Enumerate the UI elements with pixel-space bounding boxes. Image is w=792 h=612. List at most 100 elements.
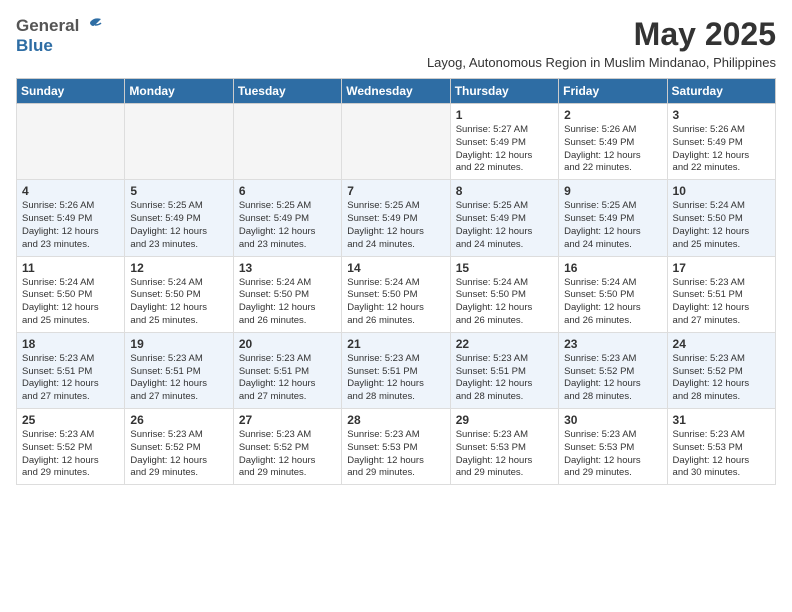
calendar-cell: 5 Sunrise: 5:25 AM Sunset: 5:49 PM Daylig…	[125, 180, 233, 256]
weekday-header-wednesday: Wednesday	[342, 79, 450, 104]
day-info: Sunrise: 5:23 AM Sunset: 5:52 PM Dayligh…	[22, 429, 119, 480]
calendar-table: SundayMondayTuesdayWednesdayThursdayFrid…	[16, 78, 776, 485]
calendar-cell: 10 Sunrise: 5:24 AM Sunset: 5:50 PM Dayli…	[667, 180, 775, 256]
calendar-week-2: 4Sunrise: 5:26 AM Sunset: 5:49 PM Daylig…	[17, 180, 776, 256]
day-info: Sunrise: 5:26 AM Sunset: 5:49 PM Dayligh…	[564, 124, 661, 175]
month-title: May 2025	[427, 16, 776, 53]
calendar-cell	[233, 104, 341, 180]
day-number: 11	[22, 261, 119, 275]
calendar-cell: 9 Sunrise: 5:25 AM Sunset: 5:49 PM Daylig…	[559, 180, 667, 256]
calendar-cell: 26 Sunrise: 5:23 AM Sunset: 5:52 PM Dayli…	[125, 409, 233, 485]
calendar-cell: 15Sunrise: 5:24 AM Sunset: 5:50 PM Dayli…	[450, 256, 558, 332]
day-info: Sunrise: 5:23 AM Sunset: 5:51 PM Dayligh…	[130, 353, 227, 404]
day-info: Sunrise: 5:23 AM Sunset: 5:52 PM Dayligh…	[673, 353, 770, 404]
day-number: 25	[22, 413, 119, 427]
day-info: Sunrise: 5:24 AM Sunset: 5:50 PM Dayligh…	[673, 200, 770, 251]
calendar-cell: 29Sunrise: 5:23 AM Sunset: 5:53 PM Dayli…	[450, 409, 558, 485]
day-number: 24	[673, 337, 770, 351]
calendar-cell: 22 Sunrise: 5:23 AM Sunset: 5:51 PM Dayli…	[450, 332, 558, 408]
calendar-cell: 2 Sunrise: 5:26 AM Sunset: 5:49 PM Daylig…	[559, 104, 667, 180]
day-number: 5	[130, 184, 227, 198]
calendar-cell: 7 Sunrise: 5:25 AM Sunset: 5:49 PM Daylig…	[342, 180, 450, 256]
calendar-cell	[125, 104, 233, 180]
calendar-week-4: 18 Sunrise: 5:23 AM Sunset: 5:51 PM Dayli…	[17, 332, 776, 408]
calendar-cell: 20Sunrise: 5:23 AM Sunset: 5:51 PM Dayli…	[233, 332, 341, 408]
calendar-cell: 11 Sunrise: 5:24 AM Sunset: 5:50 PM Dayli…	[17, 256, 125, 332]
calendar-cell: 6Sunrise: 5:25 AM Sunset: 5:49 PM Daylig…	[233, 180, 341, 256]
weekday-header-row: SundayMondayTuesdayWednesdayThursdayFrid…	[17, 79, 776, 104]
day-number: 31	[673, 413, 770, 427]
day-number: 10	[673, 184, 770, 198]
calendar-cell: 19 Sunrise: 5:23 AM Sunset: 5:51 PM Dayli…	[125, 332, 233, 408]
day-number: 18	[22, 337, 119, 351]
day-info: Sunrise: 5:23 AM Sunset: 5:52 PM Dayligh…	[130, 429, 227, 480]
title-section: May 2025 Layog, Autonomous Region in Mus…	[427, 16, 776, 70]
logo-bird-icon	[81, 17, 103, 35]
day-number: 3	[673, 108, 770, 122]
calendar-cell: 25 Sunrise: 5:23 AM Sunset: 5:52 PM Dayli…	[17, 409, 125, 485]
day-number: 23	[564, 337, 661, 351]
day-number: 4	[22, 184, 119, 198]
calendar-cell: 13 Sunrise: 5:24 AM Sunset: 5:50 PM Dayli…	[233, 256, 341, 332]
calendar-cell: 12Sunrise: 5:24 AM Sunset: 5:50 PM Dayli…	[125, 256, 233, 332]
calendar-cell: 28 Sunrise: 5:23 AM Sunset: 5:53 PM Dayli…	[342, 409, 450, 485]
day-info: Sunrise: 5:23 AM Sunset: 5:51 PM Dayligh…	[22, 353, 119, 404]
calendar-cell: 14 Sunrise: 5:24 AM Sunset: 5:50 PM Dayli…	[342, 256, 450, 332]
calendar-cell: 1 Sunrise: 5:27 AM Sunset: 5:49 PM Daylig…	[450, 104, 558, 180]
day-number: 19	[130, 337, 227, 351]
day-info: Sunrise: 5:23 AM Sunset: 5:51 PM Dayligh…	[673, 277, 770, 328]
weekday-header-monday: Monday	[125, 79, 233, 104]
calendar-cell: 8 Sunrise: 5:25 AM Sunset: 5:49 PM Daylig…	[450, 180, 558, 256]
calendar-cell: 18 Sunrise: 5:23 AM Sunset: 5:51 PM Dayli…	[17, 332, 125, 408]
calendar-cell: 24 Sunrise: 5:23 AM Sunset: 5:52 PM Dayli…	[667, 332, 775, 408]
day-number: 30	[564, 413, 661, 427]
calendar-cell: 16 Sunrise: 5:24 AM Sunset: 5:50 PM Dayli…	[559, 256, 667, 332]
calendar-cell: 27Sunrise: 5:23 AM Sunset: 5:52 PM Dayli…	[233, 409, 341, 485]
day-info: Sunrise: 5:24 AM Sunset: 5:50 PM Dayligh…	[22, 277, 119, 328]
weekday-header-friday: Friday	[559, 79, 667, 104]
day-info: Sunrise: 5:24 AM Sunset: 5:50 PM Dayligh…	[564, 277, 661, 328]
day-info: Sunrise: 5:26 AM Sunset: 5:49 PM Dayligh…	[673, 124, 770, 175]
day-info: Sunrise: 5:24 AM Sunset: 5:50 PM Dayligh…	[130, 277, 227, 328]
day-number: 17	[673, 261, 770, 275]
calendar-cell: 21Sunrise: 5:23 AM Sunset: 5:51 PM Dayli…	[342, 332, 450, 408]
day-info: Sunrise: 5:25 AM Sunset: 5:49 PM Dayligh…	[564, 200, 661, 251]
calendar-week-1: 1 Sunrise: 5:27 AM Sunset: 5:49 PM Daylig…	[17, 104, 776, 180]
logo: General Blue	[16, 16, 103, 56]
day-number: 1	[456, 108, 553, 122]
calendar-cell: 4Sunrise: 5:26 AM Sunset: 5:49 PM Daylig…	[17, 180, 125, 256]
day-number: 16	[564, 261, 661, 275]
day-info: Sunrise: 5:23 AM Sunset: 5:51 PM Dayligh…	[456, 353, 553, 404]
day-number: 21	[347, 337, 444, 351]
calendar-cell: 30Sunrise: 5:23 AM Sunset: 5:53 PM Dayli…	[559, 409, 667, 485]
calendar-cell: 23Sunrise: 5:23 AM Sunset: 5:52 PM Dayli…	[559, 332, 667, 408]
day-number: 13	[239, 261, 336, 275]
day-info: Sunrise: 5:27 AM Sunset: 5:49 PM Dayligh…	[456, 124, 553, 175]
day-number: 6	[239, 184, 336, 198]
logo-general-text: General	[16, 16, 79, 36]
day-info: Sunrise: 5:25 AM Sunset: 5:49 PM Dayligh…	[347, 200, 444, 251]
day-number: 15	[456, 261, 553, 275]
calendar-cell: 3 Sunrise: 5:26 AM Sunset: 5:49 PM Daylig…	[667, 104, 775, 180]
day-number: 2	[564, 108, 661, 122]
day-number: 20	[239, 337, 336, 351]
day-info: Sunrise: 5:24 AM Sunset: 5:50 PM Dayligh…	[239, 277, 336, 328]
calendar-week-3: 11 Sunrise: 5:24 AM Sunset: 5:50 PM Dayli…	[17, 256, 776, 332]
day-number: 14	[347, 261, 444, 275]
calendar-cell: 17 Sunrise: 5:23 AM Sunset: 5:51 PM Dayli…	[667, 256, 775, 332]
day-number: 28	[347, 413, 444, 427]
calendar-cell	[342, 104, 450, 180]
day-info: Sunrise: 5:23 AM Sunset: 5:53 PM Dayligh…	[673, 429, 770, 480]
day-info: Sunrise: 5:25 AM Sunset: 5:49 PM Dayligh…	[130, 200, 227, 251]
day-number: 22	[456, 337, 553, 351]
day-number: 26	[130, 413, 227, 427]
calendar-cell: 31 Sunrise: 5:23 AM Sunset: 5:53 PM Dayli…	[667, 409, 775, 485]
day-info: Sunrise: 5:25 AM Sunset: 5:49 PM Dayligh…	[456, 200, 553, 251]
day-info: Sunrise: 5:23 AM Sunset: 5:52 PM Dayligh…	[239, 429, 336, 480]
day-number: 7	[347, 184, 444, 198]
day-number: 8	[456, 184, 553, 198]
day-info: Sunrise: 5:24 AM Sunset: 5:50 PM Dayligh…	[347, 277, 444, 328]
weekday-header-thursday: Thursday	[450, 79, 558, 104]
day-info: Sunrise: 5:23 AM Sunset: 5:53 PM Dayligh…	[347, 429, 444, 480]
day-number: 9	[564, 184, 661, 198]
